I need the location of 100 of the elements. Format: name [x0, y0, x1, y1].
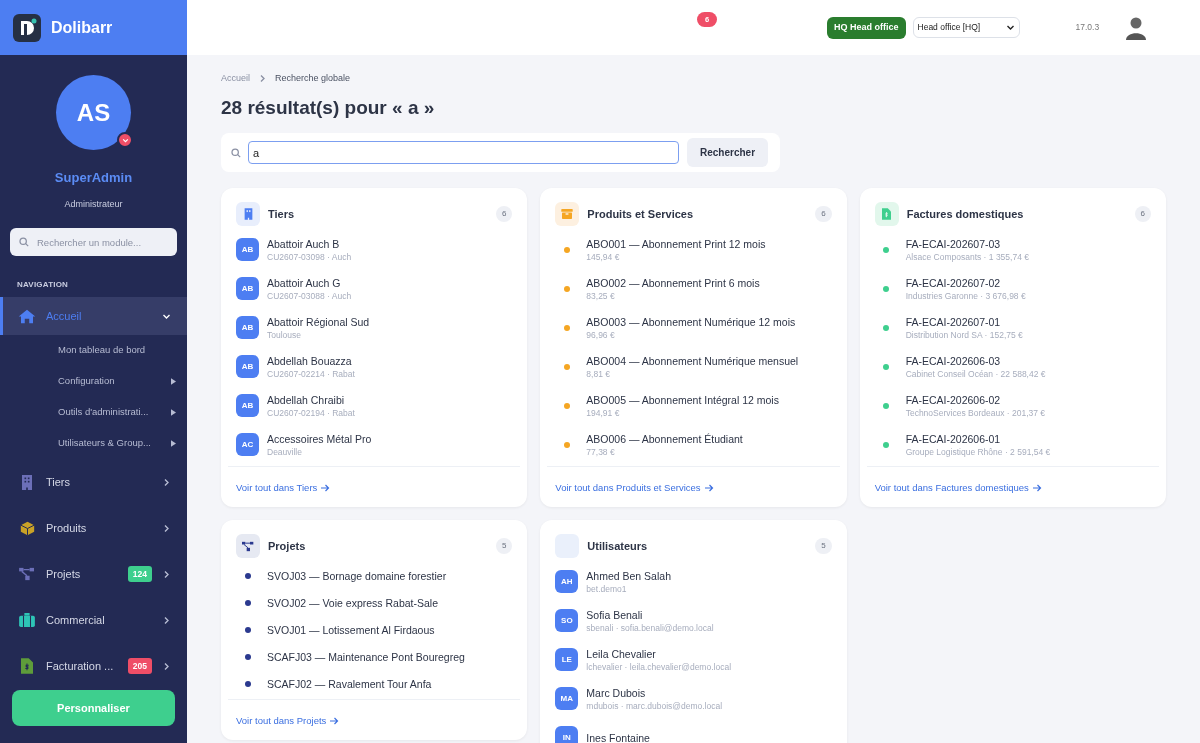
result-title[interactable]: Ahmed Ben Salah [586, 568, 671, 583]
version-label: 17.0.3 [1075, 21, 1100, 34]
arrow-right-icon [1032, 484, 1042, 493]
initials-avatar: MA [555, 687, 579, 710]
result-detail: 96,96 € [586, 328, 616, 341]
initials-avatar: AC [236, 433, 259, 456]
invoice-icon [874, 202, 899, 226]
building-icon [236, 202, 260, 226]
dropdown-badge-icon[interactable] [117, 132, 133, 148]
invoice-icon [21, 658, 33, 674]
nav-item[interactable]: Commercial [0, 597, 187, 643]
search-icon [19, 237, 29, 247]
nav-label: Facturation ... [46, 658, 114, 674]
caret-right-icon [171, 378, 176, 385]
nav-item[interactable]: Tiers [0, 459, 187, 505]
entity-button[interactable]: HQ Head office [827, 16, 906, 39]
result-detail: CU2607-02194 · Rabat [267, 406, 355, 419]
see-all-link[interactable]: Voir tout dans Projets [236, 714, 340, 729]
result-title[interactable]: Abattoir Auch G [267, 275, 352, 290]
user-silhouette-icon[interactable] [1126, 15, 1147, 40]
submenu-item[interactable]: Configuration [0, 366, 187, 397]
card-title: Projets [268, 538, 306, 554]
chevron-down-icon [1005, 23, 1015, 32]
result-title[interactable]: ABO004 — Abonnement Numérique mensuel [586, 353, 799, 368]
search-field[interactable]: a [248, 141, 679, 164]
initials-avatar: AB [236, 355, 259, 378]
entity-select[interactable]: Head office [HQ] [912, 17, 1020, 38]
module-search-field[interactable]: Rechercher un module... [10, 228, 177, 256]
result-title[interactable]: SVOJ02 — Voie express Rabat-Sale [267, 595, 438, 610]
result-detail: 83,25 € [586, 289, 616, 302]
see-all-link[interactable]: Voir tout dans Produits et Services [555, 481, 714, 496]
result-title[interactable]: Abattoir Régional Sud [267, 314, 370, 329]
result-title[interactable]: ABO003 — Abonnement Numérique 12 mois [586, 314, 796, 329]
result-detail: Distribution Nord SA · 152,75 € [905, 328, 1023, 341]
count-badge: 124 [127, 565, 152, 583]
initials-avatar: AB [236, 238, 259, 261]
nav-item[interactable]: Projets 124 [0, 551, 187, 597]
box-icon [19, 520, 35, 536]
result-detail: 194,91 € [586, 406, 621, 419]
see-all-link[interactable]: Voir tout dans Factures domestiques [874, 481, 1042, 496]
result-title[interactable]: SCAFJ02 — Ravalement Tour Anfa [267, 676, 432, 691]
see-all-link[interactable]: Voir tout dans Tiers [236, 481, 331, 496]
result-title[interactable]: FA-ECAI-202606-03 [905, 353, 1046, 368]
hierarchy-icon [236, 534, 260, 558]
result-detail: CU2607-03098 · Auch [267, 250, 352, 263]
result-title[interactable]: Marc Dubois [586, 685, 723, 700]
card-title: Tiers [268, 206, 295, 222]
breadcrumb-current: Recherche globale [275, 72, 351, 85]
result-detail: Toulouse [267, 328, 303, 341]
count-badge: 6 [1134, 206, 1151, 222]
result-title[interactable]: Ines Fontaine [586, 730, 650, 743]
nav-item[interactable]: Facturation ... 205 [0, 643, 187, 689]
card-title: Factures domestiques [906, 206, 1024, 222]
result-detail: 8,81 € [586, 367, 611, 380]
logo-icon[interactable] [13, 13, 41, 42]
nav-item[interactable]: Produits [0, 505, 187, 551]
result-title[interactable]: SVOJ01 — Lotissement Al Firdaous [267, 622, 435, 637]
result-title[interactable]: Leila Chevalier [586, 646, 732, 661]
count-badge: 6 [495, 206, 513, 222]
result-title[interactable]: Abdellah Chraibi [267, 392, 355, 407]
result-title[interactable]: Abdellah Bouazza [267, 353, 355, 368]
result-title[interactable]: SCAFJ03 — Maintenance Pont Bouregreg [267, 649, 465, 664]
result-detail: TechnoServices Bordeaux · 201,37 € [905, 406, 1046, 419]
result-title[interactable]: Abattoir Auch B [267, 236, 352, 251]
result-title[interactable]: ABO006 — Abonnement Étudiant [586, 431, 743, 446]
result-title[interactable]: ABO001 — Abonnement Print 12 mois [586, 236, 766, 251]
result-title[interactable]: Accessoires Métal Pro [267, 431, 372, 446]
user-role: Administrateur [64, 197, 123, 211]
result-title[interactable]: ABO002 — Abonnement Print 6 mois [586, 275, 760, 290]
submenu-item[interactable]: Outils d'administrati... [0, 397, 187, 428]
submenu-item[interactable]: Mon tableau de bord [0, 335, 187, 366]
result-detail: lchevalier · leila.chevalier@demo.local [586, 660, 732, 673]
user-avatar[interactable]: AS [56, 75, 131, 150]
result-title[interactable]: FA-ECAI-202606-02 [905, 392, 1046, 407]
result-title[interactable]: Sofia Benali [586, 607, 714, 622]
result-detail: 77,38 € [586, 445, 616, 458]
result-title[interactable]: FA-ECAI-202607-03 [905, 236, 1029, 251]
nav-label: Accueil [46, 308, 82, 324]
search-icon [231, 147, 241, 158]
chevron-right-icon [162, 523, 171, 533]
result-detail: bet.demo1 [586, 582, 628, 595]
result-title[interactable]: ABO005 — Abonnement Intégral 12 mois [586, 392, 779, 407]
hierarchy-icon [19, 567, 35, 581]
arrow-right-icon [704, 484, 714, 493]
result-title[interactable]: FA-ECAI-202607-01 [905, 314, 1023, 329]
chevron-right-icon [162, 569, 171, 579]
arrow-right-icon [321, 484, 331, 493]
nav-label: Produits [46, 520, 87, 536]
result-title[interactable]: FA-ECAI-202606-01 [905, 431, 1051, 446]
result-detail: Industries Garonne · 3 676,98 € [905, 289, 1026, 302]
user-name: SuperAdmin [54, 169, 133, 187]
caret-right-icon [171, 440, 176, 447]
briefcase-icon [19, 613, 35, 627]
submenu-item[interactable]: Utilisateurs & Group... [0, 428, 187, 459]
search-button[interactable]: Rechercher [687, 138, 769, 167]
count-badge: 5 [815, 538, 832, 554]
result-title[interactable]: FA-ECAI-202607-02 [905, 275, 1026, 290]
result-detail: 145,94 € [586, 250, 621, 263]
result-title[interactable]: SVOJ03 — Bornage domaine forestier [267, 568, 447, 583]
home-icon [18, 308, 36, 324]
